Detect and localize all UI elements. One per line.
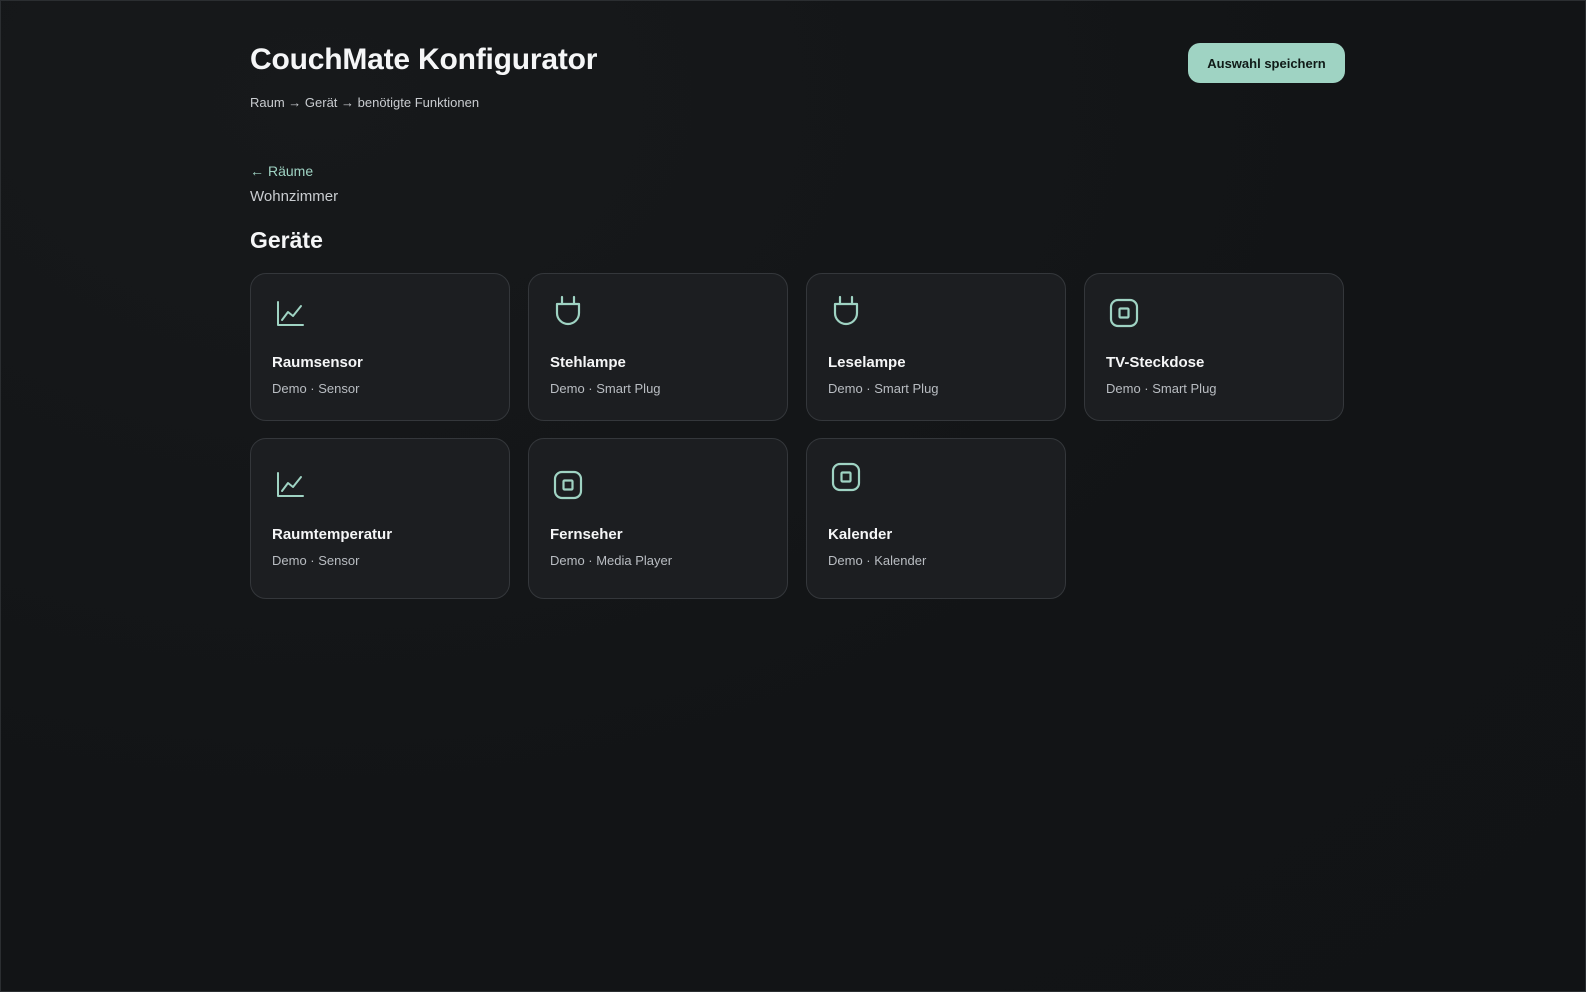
device-meta: Demo · Sensor <box>272 553 360 568</box>
device-name: Leselampe <box>828 354 906 371</box>
square-chip-icon <box>1107 296 1141 330</box>
breadcrumb: Raum → Gerät → benötigte Funktionen <box>250 95 480 110</box>
device-name: Raumsensor <box>272 354 363 371</box>
chart-line-icon <box>273 296 307 330</box>
square-chip-icon <box>551 468 585 502</box>
plug-icon <box>551 294 585 328</box>
save-selection-button[interactable]: Auswahl speichern <box>1188 43 1345 83</box>
device-name: Stehlampe <box>550 354 626 371</box>
device-meta: Demo · Smart Plug <box>828 381 939 396</box>
square-chip-icon <box>829 460 863 494</box>
device-card-fernseher[interactable]: Fernseher Demo · Media Player <box>528 438 788 599</box>
device-meta: Demo · Smart Plug <box>1106 381 1217 396</box>
device-card-raumtemperatur[interactable]: Raumtemperatur Demo · Sensor <box>250 438 510 599</box>
device-meta: Demo · Media Player <box>550 553 673 568</box>
device-card-raumsensor[interactable]: Raumsensor Demo · Sensor <box>250 273 510 421</box>
back-link-label: Räume <box>268 163 314 179</box>
chart-line-icon <box>273 467 307 501</box>
device-card-tv-steckdose[interactable]: TV-Steckdose Demo · Smart Plug <box>1084 273 1344 421</box>
page-header: CouchMate Konfigurator Raum → Gerät → be… <box>250 1 1345 131</box>
back-to-rooms-link[interactable]: ← Räume <box>250 163 313 179</box>
device-name: TV-Steckdose <box>1106 354 1205 371</box>
device-meta: Demo · Smart Plug <box>550 381 661 396</box>
device-card-leselampe[interactable]: Leselampe Demo · Smart Plug <box>806 273 1066 421</box>
page-container: CouchMate Konfigurator Raum → Gerät → be… <box>250 1 1345 599</box>
device-card-stehlampe[interactable]: Stehlampe Demo · Smart Plug <box>528 273 788 421</box>
devices-section-title: Geräte <box>250 227 323 253</box>
current-room-name: Wohnzimmer <box>250 188 339 205</box>
page-title: CouchMate Konfigurator <box>250 43 598 76</box>
device-meta: Demo · Kalender <box>828 553 927 568</box>
device-card-kalender[interactable]: Kalender Demo · Kalender <box>806 438 1066 599</box>
device-name: Fernseher <box>550 526 623 543</box>
device-name: Kalender <box>828 526 893 543</box>
app-window: CouchMate Konfigurator Raum → Gerät → be… <box>0 0 1586 992</box>
device-name: Raumtemperatur <box>272 526 393 543</box>
plug-icon <box>829 294 863 328</box>
arrow-left-icon: ← <box>250 163 264 179</box>
device-meta: Demo · Sensor <box>272 381 360 396</box>
